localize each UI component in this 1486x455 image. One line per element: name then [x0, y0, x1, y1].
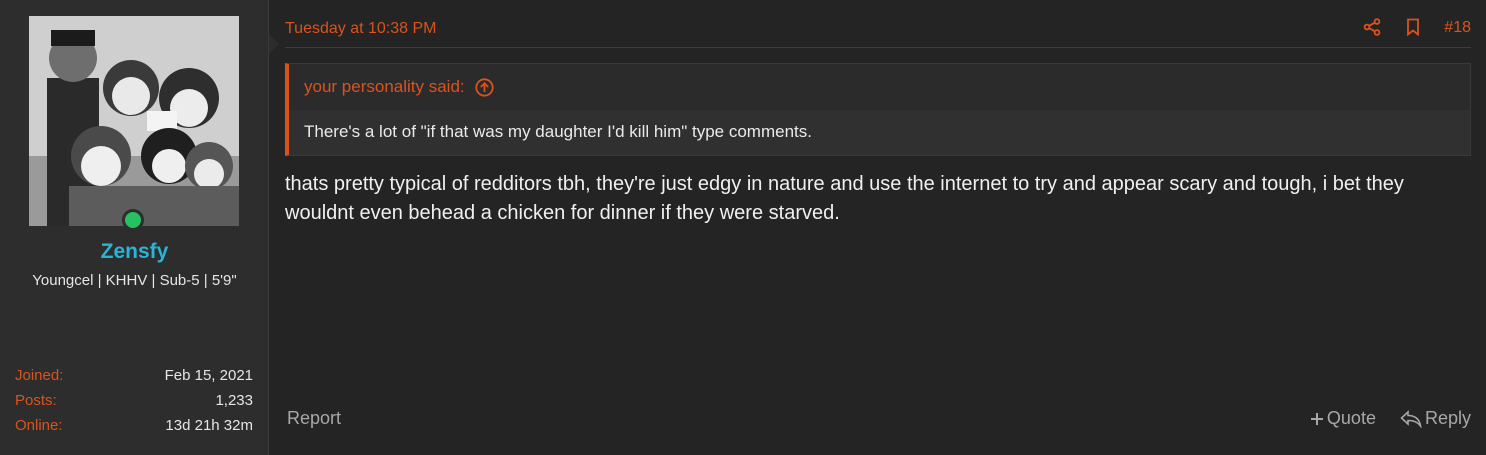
quote-body: There's a lot of "if that was my daughte… — [289, 110, 1470, 155]
user-stats: Joined: Feb 15, 2021 Posts: 1,233 Online… — [15, 367, 253, 442]
quote-text: There's a lot of "if that was my daughte… — [304, 122, 812, 141]
reply-label: Reply — [1424, 408, 1471, 428]
bookmark-icon[interactable] — [1403, 17, 1423, 37]
quote-header[interactable]: your personality said: — [304, 77, 494, 97]
post-footer: Report Quote Reply — [285, 405, 1471, 435]
forum-post: Zensfy Youngcel | KHHV | Sub-5 | 5'9" Jo… — [0, 0, 1486, 455]
user-sidebar: Zensfy Youngcel | KHHV | Sub-5 | 5'9" Jo… — [0, 0, 279, 455]
plus-icon — [1310, 412, 1323, 425]
stat-label: Joined: — [15, 367, 64, 384]
user-title: Youngcel | KHHV | Sub-5 | 5'9" — [32, 272, 237, 289]
post-number[interactable]: #18 — [1444, 19, 1471, 37]
quote-button[interactable]: Quote — [1310, 408, 1376, 429]
arrow-up-circle-icon[interactable] — [475, 77, 494, 97]
stat-label: Online: — [15, 417, 63, 434]
post-date[interactable]: Tuesday at 10:38 PM — [285, 20, 437, 38]
stat-row-online: Online: 13d 21h 32m — [15, 417, 253, 442]
post-header-actions: #18 — [1362, 17, 1471, 37]
post-main: Tuesday at 10:38 PM #18 your personality… — [270, 0, 1486, 455]
stat-value: 13d 21h 32m — [165, 417, 253, 434]
stat-row-posts: Posts: 1,233 — [15, 392, 253, 417]
share-icon[interactable] — [1362, 17, 1382, 37]
avatar[interactable] — [29, 16, 239, 226]
quote-label: Quote — [1326, 408, 1376, 428]
quote-author[interactable]: your personality said: — [304, 77, 465, 97]
reply-button[interactable]: Reply — [1400, 408, 1471, 429]
reply-icon — [1400, 409, 1422, 428]
post-message: thats pretty typical of redditors tbh, t… — [285, 173, 1404, 224]
stat-row-joined: Joined: Feb 15, 2021 — [15, 367, 253, 392]
stat-label: Posts: — [15, 392, 57, 409]
post-header: Tuesday at 10:38 PM #18 — [285, 17, 1471, 48]
online-status-icon — [122, 209, 144, 231]
stat-value: 1,233 — [215, 392, 253, 409]
post-footer-actions: Quote Reply — [1310, 408, 1471, 429]
username[interactable]: Zensfy — [0, 240, 269, 264]
avatar-image — [29, 16, 239, 226]
quote-block: your personality said: There's a lot of … — [285, 63, 1471, 156]
report-link[interactable]: Report — [287, 408, 341, 429]
stat-value: Feb 15, 2021 — [164, 367, 253, 384]
